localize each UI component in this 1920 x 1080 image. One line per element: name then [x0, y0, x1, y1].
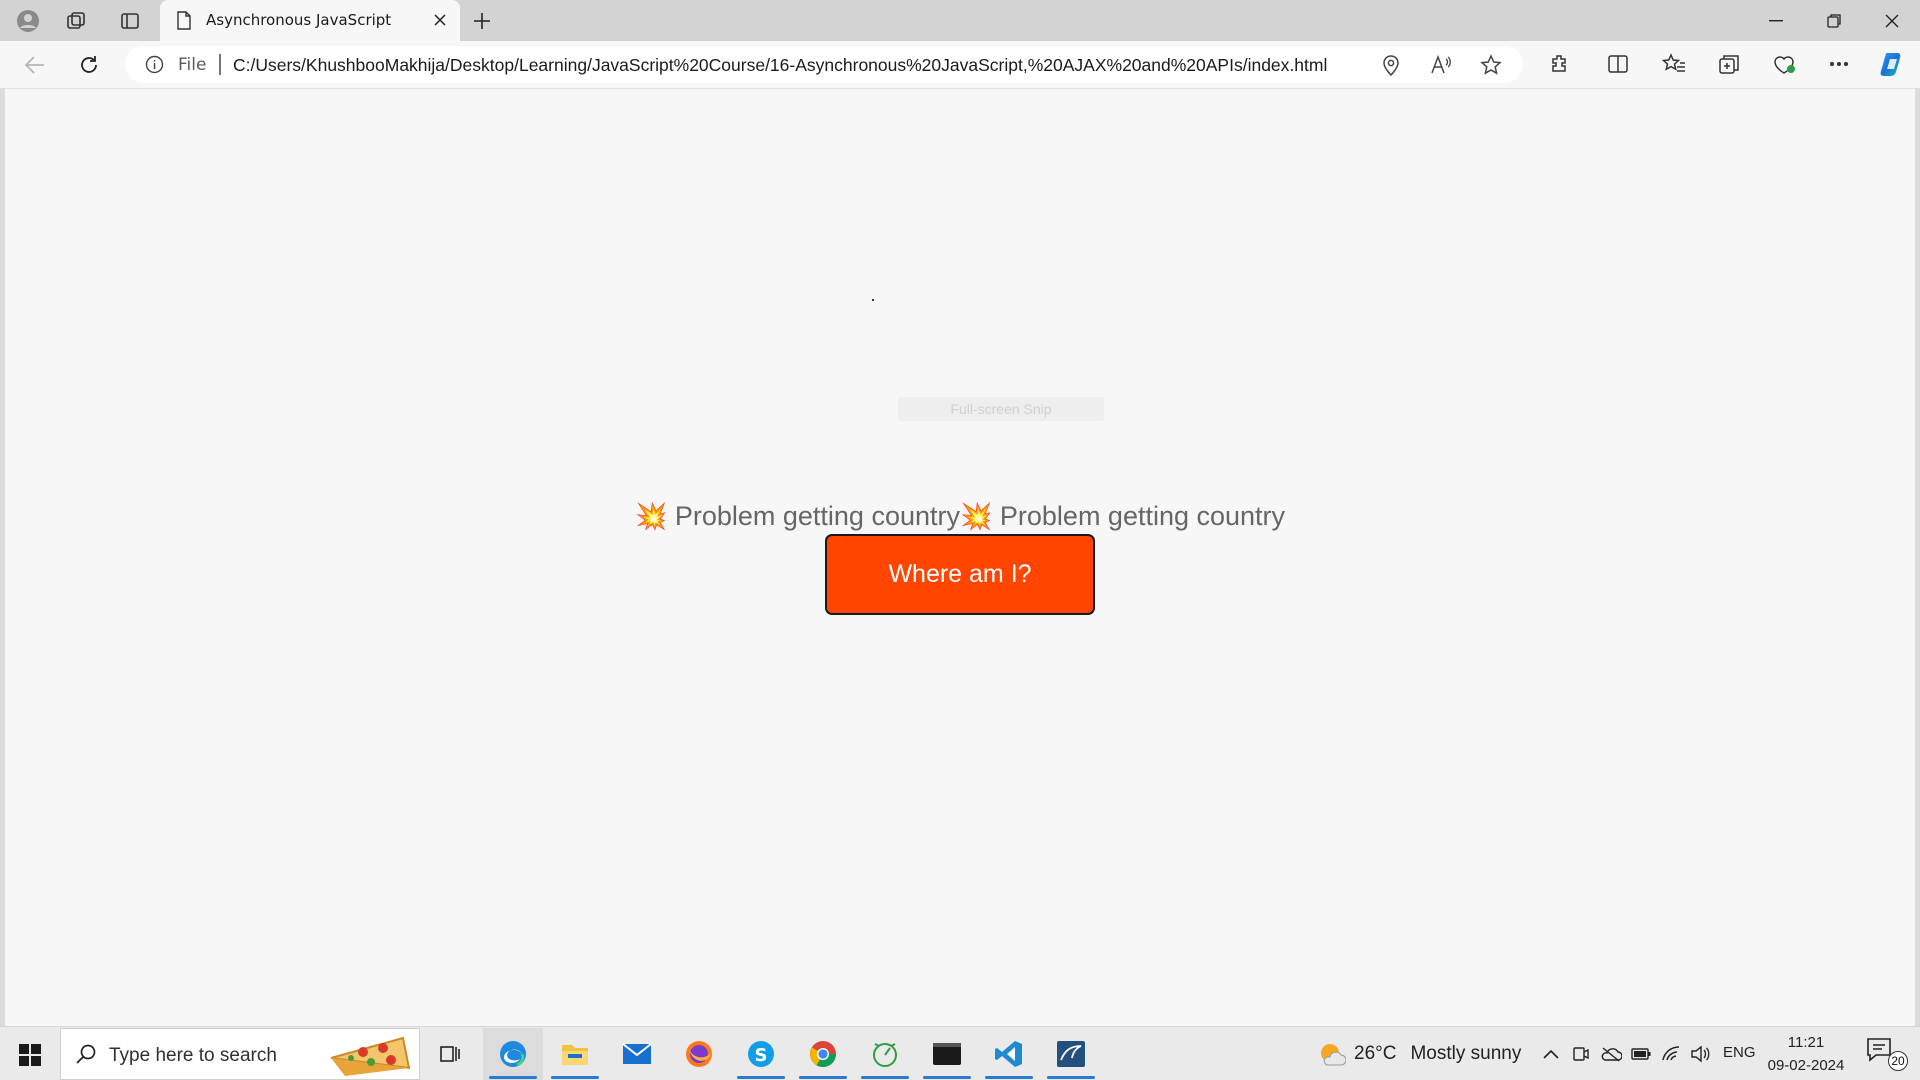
svg-text:S: S: [755, 1045, 768, 1066]
firefox-icon[interactable]: [669, 1028, 729, 1080]
weather-widget[interactable]: 26°C Mostly sunny: [1318, 1041, 1521, 1067]
notification-count-badge: 20: [1888, 1051, 1908, 1071]
windows-start-icon[interactable]: [6, 1036, 54, 1074]
taskbar-search-box[interactable]: Type here to search: [60, 1028, 420, 1080]
browser-toolbar: File C:/Users/KhushbooMakhija/Desktop/Le…: [0, 41, 1920, 88]
close-tab-icon[interactable]: [428, 8, 452, 32]
location-permission-icon[interactable]: [1378, 52, 1404, 78]
error-message: 💥 Problem getting country: [960, 501, 1285, 531]
onedrive-offline-icon[interactable]: [1600, 1043, 1622, 1065]
mysql-workbench-icon[interactable]: [1041, 1028, 1101, 1080]
page-file-icon: [176, 11, 192, 34]
chrome-icon[interactable]: [793, 1028, 853, 1080]
sun-cloud-icon: [1321, 1044, 1346, 1066]
browser-essentials-icon[interactable]: [1767, 48, 1801, 80]
refresh-icon[interactable]: [72, 49, 106, 81]
copilot-icon[interactable]: [1876, 48, 1910, 80]
minimize-icon[interactable]: [1748, 0, 1804, 41]
back-arrow-icon[interactable]: [18, 49, 52, 81]
clock-time: 11:21: [1787, 1034, 1825, 1051]
extensions-icon[interactable]: [1542, 48, 1576, 80]
tab-active[interactable]: Asynchronous JavaScript: [160, 0, 460, 41]
read-aloud-icon[interactable]: [1428, 52, 1454, 78]
favorites-icon[interactable]: [1657, 48, 1691, 80]
weather-temperature: 26°C: [1354, 1043, 1397, 1064]
error-message: 💥 Problem getting country: [635, 501, 960, 531]
battery-icon[interactable]: [1630, 1043, 1652, 1065]
profile-icon[interactable]: [14, 8, 42, 34]
language-indicator[interactable]: ENG: [1723, 1044, 1756, 1061]
task-view-icon[interactable]: [420, 1028, 480, 1080]
url-text[interactable]: C:/Users/KhushbooMakhija/Desktop/Learnin…: [233, 55, 1327, 76]
tab-title: Asynchronous JavaScript: [206, 11, 392, 29]
explosion-icon: 💥: [634, 501, 668, 531]
vertical-tabs-icon[interactable]: [116, 8, 144, 34]
error-text: Problem getting country: [999, 501, 1286, 531]
favorite-star-icon[interactable]: [1478, 52, 1504, 78]
clock-date: 09-02-2024: [1767, 1057, 1845, 1074]
more-options-icon[interactable]: [1822, 48, 1856, 80]
address-bar[interactable]: File C:/Users/KhushbooMakhija/Desktop/Le…: [125, 46, 1523, 83]
snip-overlay: Full-screen Snip: [898, 397, 1104, 421]
stray-dot: [872, 299, 874, 301]
show-hidden-icons-chevron-icon[interactable]: [1540, 1043, 1562, 1065]
countries-container: 💥 Problem getting country💥 Problem getti…: [5, 501, 1915, 532]
where-am-i-button[interactable]: Where am I?: [825, 534, 1095, 615]
meet-now-icon[interactable]: [1570, 1043, 1592, 1065]
file-explorer-icon[interactable]: [545, 1028, 605, 1080]
skype-icon[interactable]: S: [731, 1028, 791, 1080]
mail-icon[interactable]: [607, 1028, 667, 1080]
search-placeholder: Type here to search: [109, 1045, 277, 1066]
explosion-icon: 💥: [960, 501, 993, 531]
terminal-icon[interactable]: [917, 1028, 977, 1080]
edge-app-icon[interactable]: [483, 1028, 543, 1080]
close-window-icon[interactable]: [1864, 0, 1920, 41]
page-viewport: Full-screen Snip 💥 Problem getting count…: [5, 88, 1915, 1026]
error-text: Problem getting country: [674, 501, 960, 531]
info-icon[interactable]: [145, 55, 164, 78]
system-clock[interactable]: 11:21 09-02-2024: [1764, 1031, 1848, 1077]
address-divider: [219, 54, 221, 75]
clock-app-icon[interactable]: [855, 1028, 915, 1080]
notification-center-icon[interactable]: 20: [1866, 1037, 1908, 1071]
vscode-icon[interactable]: [979, 1028, 1039, 1080]
pizza-illustration-icon: [325, 1032, 415, 1080]
wifi-icon[interactable]: [1660, 1043, 1682, 1065]
search-icon: [75, 1043, 97, 1069]
browser-titlebar: Asynchronous JavaScript: [0, 0, 1920, 41]
windows-taskbar: Type here to search S 26°C Mostly sunny: [0, 1026, 1920, 1080]
collections-icon[interactable]: [1712, 48, 1746, 80]
scheme-label: File: [178, 55, 207, 75]
split-screen-icon[interactable]: [1601, 48, 1635, 80]
new-tab-button[interactable]: [468, 7, 496, 35]
restore-icon[interactable]: [1806, 0, 1862, 41]
volume-icon[interactable]: [1689, 1043, 1711, 1065]
workspaces-icon[interactable]: [62, 8, 90, 34]
weather-condition: Mostly sunny: [1410, 1043, 1522, 1064]
